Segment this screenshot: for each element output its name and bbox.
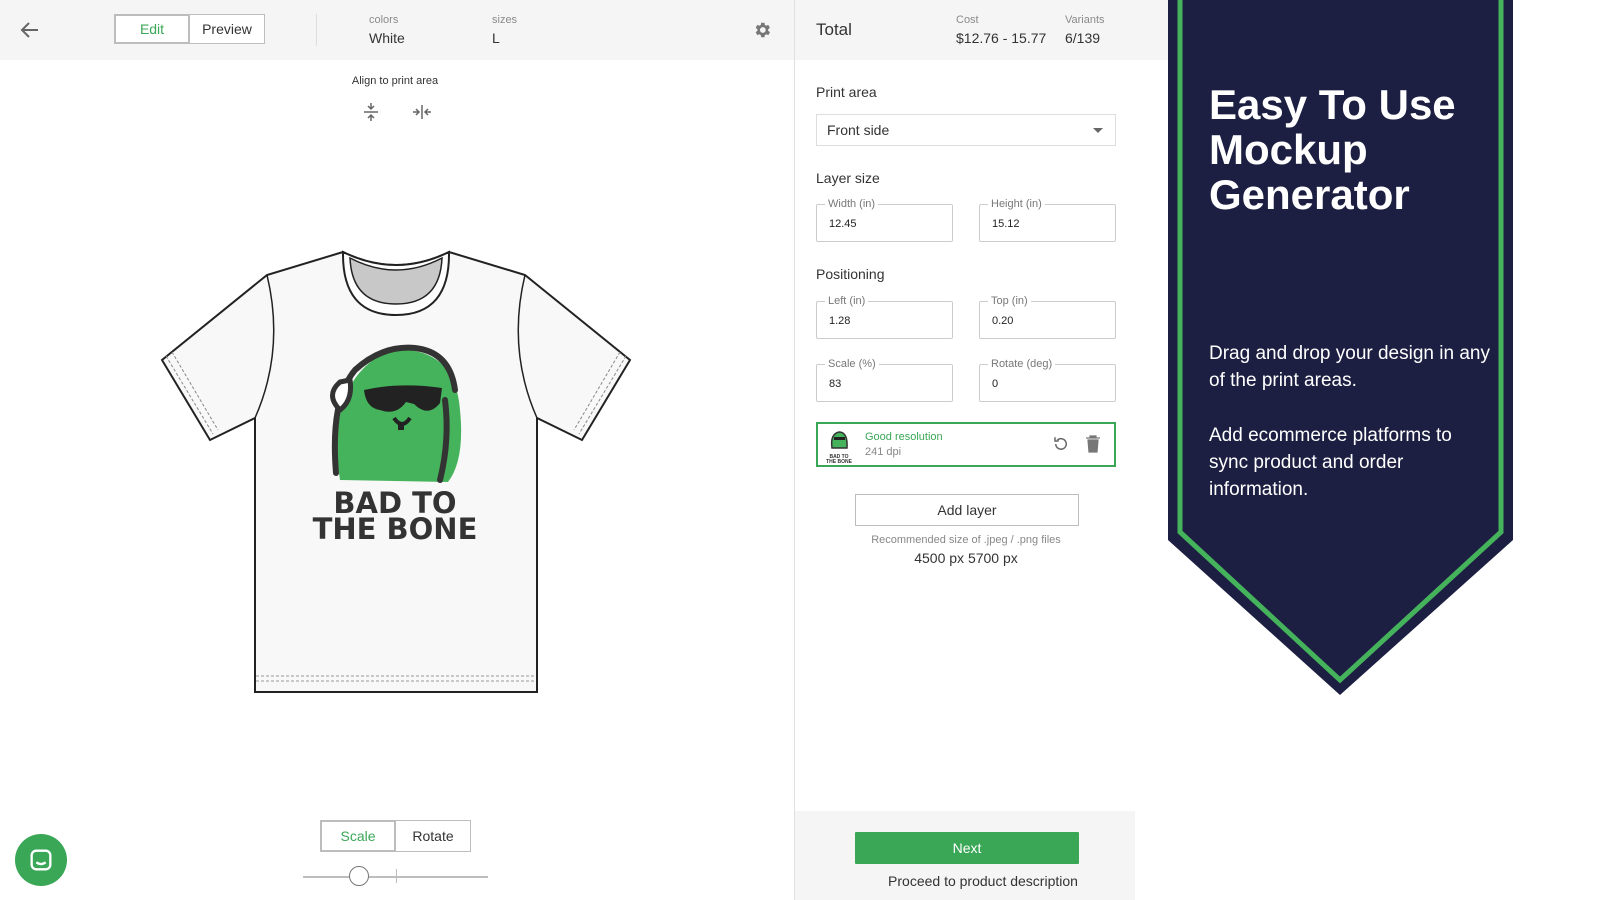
layer-item[interactable]: BAD TO THE BONE Good resolution 241 dpi — [816, 422, 1116, 467]
width-field[interactable]: Width (in) 12.45 — [816, 198, 953, 242]
layer-size-label: Layer size — [816, 170, 880, 186]
cost-label: Cost — [956, 14, 979, 26]
colors-value[interactable]: White — [369, 30, 405, 46]
edit-mode-button[interactable]: Edit — [114, 14, 190, 44]
align-title: Align to print area — [351, 75, 439, 87]
total-label: Total — [816, 20, 852, 39]
layer-resolution-status: Good resolution — [865, 431, 943, 443]
print-area-value: Front side — [827, 122, 890, 138]
cost-value: $12.76 - 15.77 — [956, 30, 1047, 46]
panel-divider — [794, 0, 795, 900]
left-field-label: Left (in) — [825, 295, 869, 307]
rotate-field-label: Rotate (deg) — [988, 358, 1056, 370]
height-field[interactable]: Height (in) 15.12 — [979, 198, 1116, 242]
scale-slider-handle[interactable] — [348, 866, 369, 886]
variants-label: Variants — [1065, 14, 1105, 26]
height-field-value: 15.12 — [992, 218, 1020, 230]
tshirt-mockup: BAD TO THE BONE — [160, 250, 632, 693]
width-field-label: Width (in) — [825, 198, 879, 210]
preview-mode-button[interactable]: Preview — [189, 14, 265, 44]
proceed-caption: Proceed to product description — [888, 873, 1078, 889]
height-field-label: Height (in) — [988, 198, 1045, 210]
recommended-size-label: Recommended size of .jpeg / .png files — [871, 534, 1061, 546]
variants-value[interactable]: 6/139 — [1065, 30, 1100, 46]
layer-dpi: 241 dpi — [865, 446, 902, 458]
top-field-label: Top (in) — [988, 295, 1031, 307]
sizes-value[interactable]: L — [492, 30, 500, 46]
design-text-line2: THE BONE — [313, 512, 478, 546]
chat-launcher-button[interactable] — [15, 834, 67, 886]
print-area-label: Print area — [816, 84, 877, 100]
chat-icon — [30, 849, 52, 871]
add-layer-button[interactable]: Add layer — [855, 494, 1079, 526]
print-area-select[interactable]: Front side — [816, 114, 1116, 146]
top-field-value: 0.20 — [992, 315, 1014, 327]
layer-thumbnail-graphic — [830, 431, 848, 449]
layer-thumbnail: BAD TO THE BONE — [824, 428, 854, 465]
left-field-value: 1.28 — [829, 315, 851, 327]
align-horizontal-center-icon[interactable] — [410, 100, 434, 124]
positioning-label: Positioning — [816, 266, 885, 282]
back-arrow-icon[interactable] — [18, 18, 42, 42]
scale-tool-button[interactable]: Scale — [320, 820, 396, 852]
next-button[interactable]: Next — [855, 832, 1079, 864]
left-field[interactable]: Left (in) 1.28 — [816, 295, 953, 339]
width-field-value: 12.45 — [829, 218, 857, 230]
scale-slider-tick — [396, 869, 397, 883]
chevron-down-icon — [1093, 128, 1103, 133]
rotate-tool-button[interactable]: Rotate — [395, 820, 471, 852]
banner-title: Easy To Use Mockup Generator — [1209, 81, 1456, 218]
top-field[interactable]: Top (in) 0.20 — [979, 295, 1116, 339]
rotate-field[interactable]: Rotate (deg) 0 — [979, 358, 1116, 402]
trash-icon[interactable] — [1085, 435, 1101, 453]
reset-icon[interactable] — [1052, 435, 1070, 453]
colors-label: colors — [369, 14, 399, 26]
banner-paragraph-1: Drag and drop your design in any of the … — [1209, 343, 1490, 391]
toolbar-divider — [316, 14, 317, 46]
gear-icon[interactable] — [752, 20, 772, 40]
banner-paragraph-2: Add ecommerce platforms to sync product … — [1209, 425, 1452, 500]
rotate-field-value: 0 — [992, 378, 999, 390]
scale-field[interactable]: Scale (%) 83 — [816, 358, 953, 402]
scale-field-label: Scale (%) — [825, 358, 879, 370]
layer-thumbnail-text-2: THE BONE — [826, 459, 852, 465]
sizes-label: sizes — [492, 14, 518, 26]
scale-field-value: 83 — [829, 378, 842, 390]
recommended-size-value: 4500 px 5700 px — [914, 550, 1018, 566]
align-vertical-center-icon[interactable] — [359, 100, 383, 124]
